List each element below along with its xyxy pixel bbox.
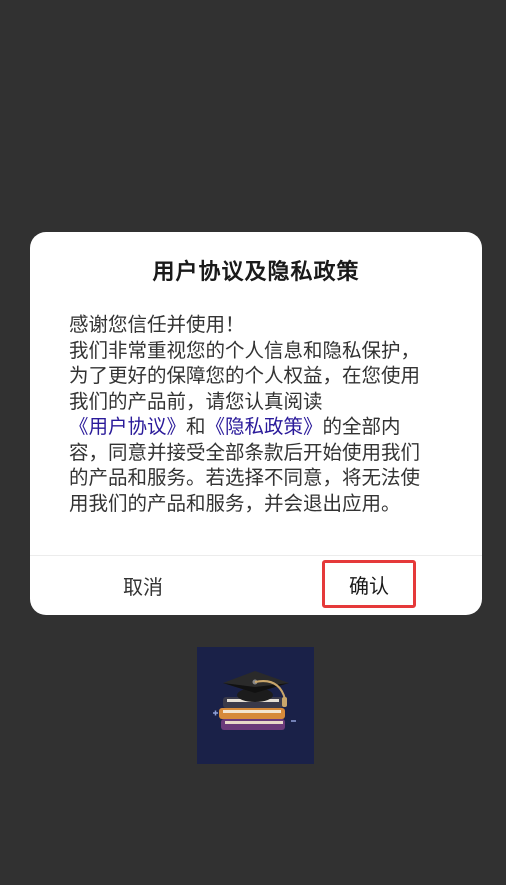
dialog-body: 感谢您信任并使用！ 我们非常重视您的个人信息和隐私保护，为了更好的保障您的个人权… — [69, 312, 433, 516]
body-prefix-text: 感谢您信任并使用！ 我们非常重视您的个人信息和隐私保护，为了更好的保障您的个人权… — [69, 313, 421, 413]
cancel-label: 取消 — [123, 575, 163, 599]
user-agreement-link[interactable]: 《用户协议》 — [69, 415, 186, 438]
privacy-policy-link[interactable]: 《隐私政策》 — [206, 415, 323, 438]
confirm-label: 确认 — [349, 573, 389, 598]
cancel-button[interactable]: 取消 — [30, 556, 256, 615]
confirm-button[interactable]: 确认 — [322, 560, 416, 608]
app-logo — [197, 647, 314, 764]
dialog-title: 用户协议及隐私政策 — [152, 260, 360, 285]
graduation-cap-on-books-icon — [213, 671, 296, 730]
privacy-dialog: 用户协议及隐私政策 感谢您信任并使用！ 我们非常重视您的个人信息和隐私保护，为了… — [30, 232, 482, 615]
screen: 用户协议及隐私政策 感谢您信任并使用！ 我们非常重视您的个人信息和隐私保护，为了… — [0, 0, 506, 885]
conjunction-text: 和 — [186, 415, 206, 438]
